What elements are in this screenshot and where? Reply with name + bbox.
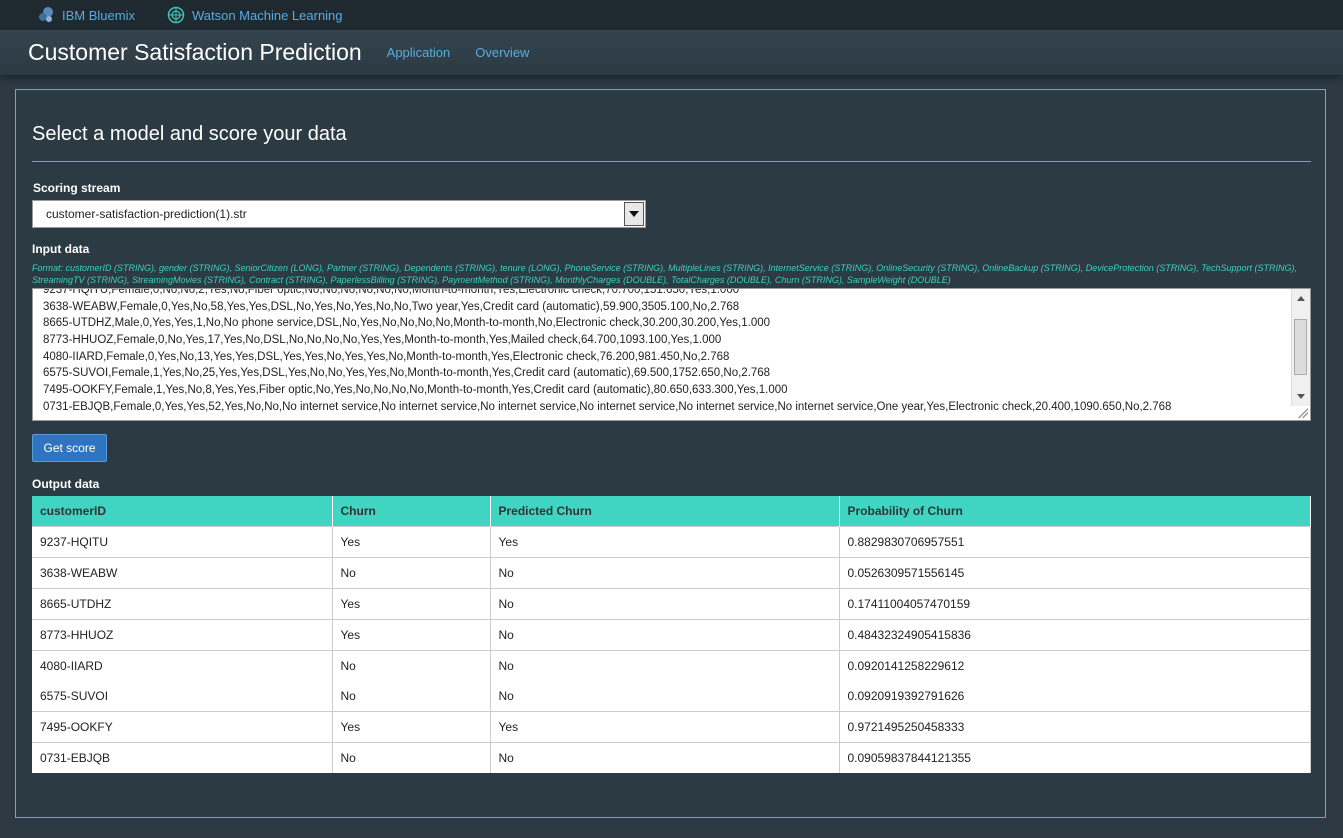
input-data-line: 9237-HQITU,Female,0,No,No,2,Yes,No,Fiber… <box>43 288 740 296</box>
scroll-thumb[interactable] <box>1294 319 1307 375</box>
scoring-stream-select[interactable]: customer-satisfaction-prediction(1).str <box>32 200 646 228</box>
cell-churn: No <box>332 557 491 589</box>
cell-churn: Yes <box>332 711 491 743</box>
table-row: 3638-WEABW No No 0.0526309571556145 <box>32 557 1311 589</box>
table-row: 8665-UTDHZ Yes No 0.17411004057470159 <box>32 588 1311 620</box>
panel-divider <box>32 161 1311 162</box>
cell-probability: 0.9721495250458333 <box>839 711 1311 743</box>
brand-bluemix[interactable]: IBM Bluemix <box>37 6 135 24</box>
cell-churn: Yes <box>332 619 491 651</box>
watson-icon <box>167 6 185 24</box>
get-score-button[interactable]: Get score <box>32 434 107 462</box>
cell-customerid: 3638-WEABW <box>32 557 333 589</box>
cell-churn: Yes <box>332 588 491 620</box>
cell-customerid: 0731-EBJQB <box>32 742 333 773</box>
cell-probability: 0.8829830706957551 <box>839 526 1311 558</box>
input-data-lines: 9237-HQITU,Female,0,No,No,2,Yes,No,Fiber… <box>43 288 1172 416</box>
nav-link-application[interactable]: Application <box>387 45 451 60</box>
cell-probability: 0.17411004057470159 <box>839 588 1311 620</box>
brand-watson-label: Watson Machine Learning <box>191 7 343 23</box>
bluemix-icon <box>39 7 53 22</box>
scroll-down-icon[interactable] <box>1297 394 1305 399</box>
table-row: 0731-EBJQB No No 0.09059837844121355 <box>32 742 1311 773</box>
column-header-probability: Probability of Churn <box>839 496 1311 527</box>
cell-probability: 0.0920141258229612 <box>839 650 1311 681</box>
cell-probability: 0.09059837844121355 <box>839 742 1311 773</box>
cell-predicted-churn: No <box>490 557 840 589</box>
cell-churn: No <box>332 681 491 712</box>
cell-probability: 0.48432324905415836 <box>839 619 1311 651</box>
column-header-predicted-churn: Predicted Churn <box>490 496 840 527</box>
scoring-panel: Select a model and score your data Scori… <box>15 89 1326 818</box>
resize-grip-icon[interactable] <box>1298 408 1308 418</box>
app-title: Customer Satisfaction Prediction <box>28 39 362 65</box>
cell-probability: 0.0526309571556145 <box>839 557 1311 589</box>
output-table-header: customerID Churn Predicted Churn Probabi… <box>32 496 1311 527</box>
input-data-label: Input data <box>32 242 90 256</box>
cell-predicted-churn: No <box>490 742 840 773</box>
output-table: customerID Churn Predicted Churn Probabi… <box>32 496 1311 773</box>
table-row: 7495-OOKFY Yes Yes 0.9721495250458333 <box>32 711 1311 743</box>
input-format-text: Format: customerID (STRING), gender (STR… <box>32 263 1297 285</box>
chevron-down-icon[interactable] <box>624 202 644 226</box>
cell-churn: No <box>332 742 491 773</box>
cell-customerid: 8665-UTDHZ <box>32 588 333 620</box>
table-row: 8773-HHUOZ Yes No 0.48432324905415836 <box>32 619 1311 651</box>
input-data-textarea[interactable]: 9237-HQITU,Female,0,No,No,2,Yes,No,Fiber… <box>32 288 1311 421</box>
cell-customerid: 7495-OOKFY <box>32 711 333 743</box>
nav-link-overview[interactable]: Overview <box>475 45 529 60</box>
cell-churn: Yes <box>332 526 491 558</box>
input-data-line: 4080-IIARD,Female,0,Yes,No,13,Yes,Yes,DS… <box>43 350 730 363</box>
cell-customerid: 4080-IIARD <box>32 650 333 681</box>
brand-bluemix-label: IBM Bluemix <box>62 7 135 23</box>
cell-predicted-churn: No <box>490 650 840 681</box>
cell-predicted-churn: Yes <box>490 711 840 743</box>
cell-predicted-churn: No <box>490 588 840 620</box>
cell-customerid: 9237-HQITU <box>32 526 333 558</box>
table-row: 6575-SUVOI No No 0.0920919392791626 <box>32 681 1311 712</box>
panel-title: Select a model and score your data <box>32 123 347 145</box>
cell-customerid: 8773-HHUOZ <box>32 619 333 651</box>
input-data-line: 0731-EBJQB,Female,0,Yes,Yes,52,Yes,No,No… <box>43 400 1172 413</box>
cell-predicted-churn: Yes <box>490 526 840 558</box>
scroll-up-icon[interactable] <box>1297 296 1305 301</box>
scoring-stream-label: Scoring stream <box>33 181 121 195</box>
brand-watson[interactable]: Watson Machine Learning <box>167 6 343 24</box>
cell-churn: No <box>332 650 491 681</box>
input-data-line: 8665-UTDHZ,Male,0,Yes,Yes,1,No,No phone … <box>43 317 771 330</box>
cell-probability: 0.0920919392791626 <box>839 681 1311 712</box>
cell-predicted-churn: No <box>490 681 840 712</box>
cell-customerid: 6575-SUVOI <box>32 681 333 712</box>
table-row: 9237-HQITU Yes Yes 0.8829830706957551 <box>32 526 1311 558</box>
input-data-line: 6575-SUVOI,Female,1,Yes,No,25,Yes,Yes,DS… <box>43 367 771 380</box>
input-data-line: 8773-HHUOZ,Female,0,No,Yes,17,Yes,No,DSL… <box>43 334 722 347</box>
input-data-line: 3638-WEABW,Female,0,Yes,No,58,Yes,Yes,DS… <box>43 300 740 313</box>
top-brand-bar: IBM Bluemix Watson Machine Learning <box>0 0 1343 30</box>
column-header-churn: Churn <box>332 496 491 527</box>
cell-predicted-churn: No <box>490 619 840 651</box>
scoring-stream-value: customer-satisfaction-prediction(1).str <box>46 207 247 221</box>
textarea-scrollbar[interactable] <box>1291 289 1310 406</box>
output-data-label: Output data <box>32 477 100 491</box>
input-data-line: 7495-OOKFY,Female,1,Yes,No,8,Yes,Yes,Fib… <box>43 384 788 397</box>
column-header-customerid: customerID <box>32 496 333 527</box>
table-row: 4080-IIARD No No 0.0920141258229612 <box>32 650 1311 681</box>
app-header: Customer Satisfaction Prediction Applica… <box>0 30 1343 75</box>
